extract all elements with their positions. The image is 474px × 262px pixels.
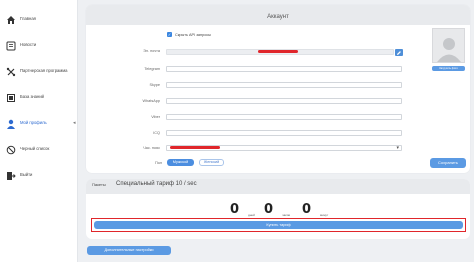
sidebar-item-label: Черный список: [20, 146, 50, 151]
sidebar-item-label: Новости: [20, 42, 37, 47]
telegram-field[interactable]: [166, 66, 402, 72]
skype-field[interactable]: [166, 82, 402, 88]
redaction-mark: [258, 50, 298, 53]
whatsapp-field[interactable]: [166, 98, 402, 104]
tariff-card: Пакеты Специальный тариф 10 / sec 0 дней…: [86, 179, 470, 239]
sidebar-item-partner[interactable]: Партнерская программа: [0, 61, 78, 83]
edit-email-button[interactable]: [395, 49, 403, 56]
tariff-header: Пакеты Специальный тариф 10 / sec: [86, 179, 470, 194]
logout-icon: [5, 170, 17, 182]
save-button[interactable]: Сохранить: [430, 158, 466, 168]
avatar: [432, 28, 465, 63]
sidebar-collapse-icon[interactable]: ◂: [73, 120, 78, 126]
hide-api-checkbox[interactable]: ✓: [167, 32, 172, 37]
countdown-hours: 0: [264, 202, 274, 217]
sidebar-item-label: Выйти: [20, 172, 33, 177]
sidebar-item-logout[interactable]: Выйти: [0, 165, 78, 187]
sidebar-item-label: Мой профиль: [20, 120, 47, 125]
sidebar-item-knowledge[interactable]: База знаний: [0, 87, 78, 109]
email-label: Эл. почта: [143, 49, 160, 53]
viber-field[interactable]: [166, 114, 402, 120]
news-icon: [5, 40, 17, 52]
tab-packages[interactable]: Пакеты: [92, 182, 106, 187]
hide-api-checkbox-row[interactable]: ✓ Скрыть API запросы: [167, 32, 211, 37]
sidebar-item-label: Партнерская программа: [20, 68, 68, 73]
avatar-placeholder-icon: [436, 38, 461, 62]
partner-icon: [5, 66, 17, 78]
account-card: Аккаунт ✓ Скрыть API запросы Эл. почта T…: [86, 5, 470, 173]
blacklist-icon: [5, 144, 17, 156]
buy-tariff-button[interactable]: Купить тариф: [94, 221, 463, 229]
telegram-label: Telegram: [144, 67, 160, 71]
gender-female-button[interactable]: Женский: [199, 159, 224, 166]
sidebar-item-news[interactable]: Новости: [0, 35, 78, 57]
sidebar: Главная Новости Партнерская программа Ба…: [0, 0, 78, 262]
redaction-mark: [170, 146, 220, 149]
icq-field[interactable]: [166, 130, 402, 136]
tariff-name: Специальный тариф 10 / sec: [116, 181, 197, 187]
chevron-down-icon: ▾: [396, 145, 399, 151]
home-icon: [5, 14, 17, 26]
countdown-days: 0: [230, 202, 240, 217]
icq-label: ICQ: [153, 131, 160, 135]
countdown-hours-unit: часов: [282, 213, 291, 217]
skype-label: Skype: [149, 83, 160, 87]
gender-label: Пол: [155, 161, 162, 165]
account-card-header: Аккаунт: [86, 5, 470, 25]
timezone-label: Час. пояс: [143, 146, 160, 150]
gender-male-button[interactable]: Мужской: [167, 159, 194, 166]
upload-photo-button[interactable]: Загрузить фото: [432, 66, 465, 71]
viber-label: Viber: [151, 115, 160, 119]
account-title: Аккаунт: [267, 14, 289, 20]
sidebar-item-label: База знаний: [20, 94, 44, 99]
pencil-icon: [397, 50, 401, 55]
sidebar-item-profile[interactable]: Мой профиль: [0, 113, 78, 135]
countdown-minutes-unit: минут: [320, 213, 329, 217]
sidebar-item-blacklist[interactable]: Черный список: [0, 139, 78, 161]
sidebar-item-home[interactable]: Главная: [0, 9, 78, 31]
sidebar-item-label: Главная: [20, 16, 36, 21]
countdown-minutes: 0: [302, 202, 312, 217]
hide-api-label: Скрыть API запросы: [175, 32, 211, 37]
additional-settings-button[interactable]: Дополнительные настройки: [87, 246, 171, 255]
book-icon: [5, 92, 17, 104]
user-icon: [5, 118, 17, 130]
countdown-days-unit: дней: [248, 213, 255, 217]
whatsapp-label: WhatsApp: [142, 99, 160, 103]
